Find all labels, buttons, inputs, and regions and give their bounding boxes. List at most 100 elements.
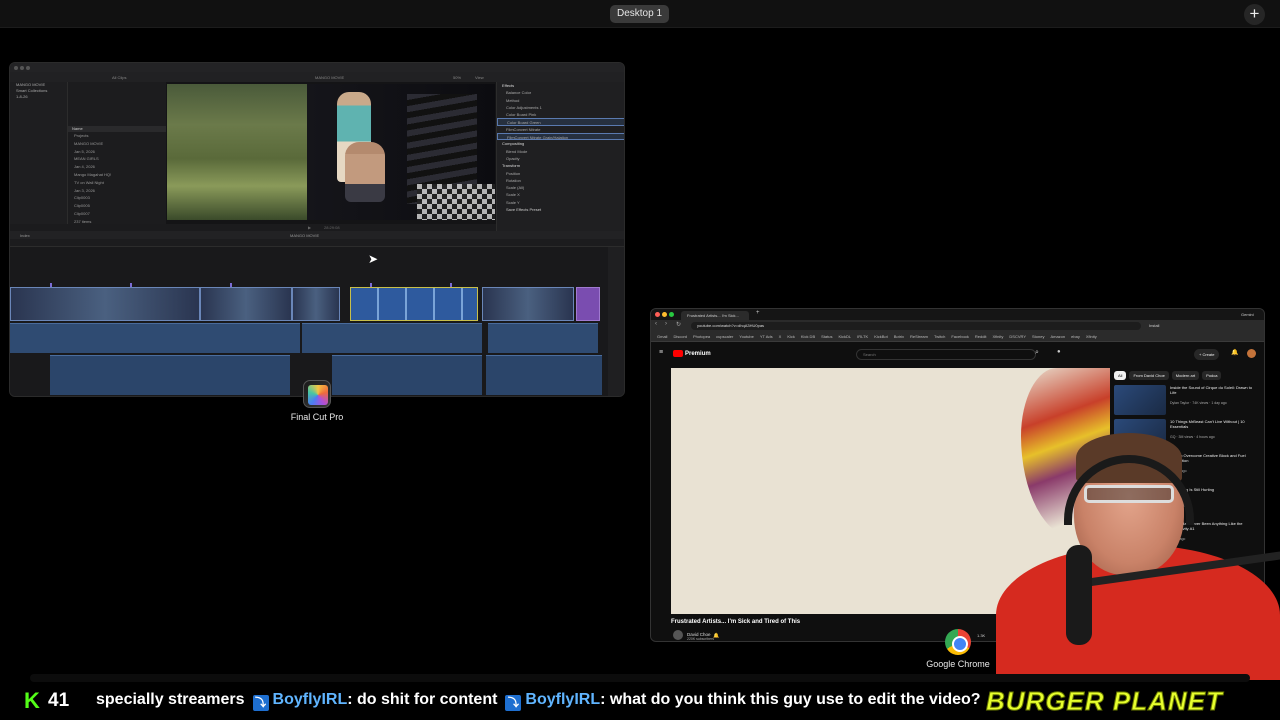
close-window-icon[interactable]: [655, 312, 660, 317]
minimize-window-icon[interactable]: [662, 312, 667, 317]
zoom-menu[interactable]: 50%: [453, 75, 461, 80]
bookmark-item[interactable]: Reddit: [975, 332, 987, 341]
chrome-tab[interactable]: Frustrated Artists... I'm Sick...: [681, 311, 749, 320]
save-effects-preset-button[interactable]: Save Effects Preset: [497, 206, 624, 213]
timeline-ruler[interactable]: [10, 239, 624, 247]
install-button[interactable]: Install: [1149, 323, 1159, 328]
clip-filter-menu[interactable]: All Clips: [112, 75, 126, 80]
chip-modern-art[interactable]: Modern art: [1171, 371, 1200, 380]
video-clip[interactable]: [10, 287, 200, 321]
chip-podcasts[interactable]: Podca: [1202, 371, 1222, 380]
bookmark-item[interactable]: KickDL: [838, 332, 851, 341]
inspector-row[interactable]: Color Board Green: [497, 118, 624, 126]
audio-waveform[interactable]: [10, 323, 300, 353]
bookmark-item[interactable]: Youtube: [739, 332, 754, 341]
audio-track[interactable]: [486, 355, 602, 395]
inspector-row[interactable]: Scale Y: [497, 199, 624, 206]
timeline-index-button[interactable]: Index: [20, 233, 30, 238]
inspector-row[interactable]: Balance Color: [497, 89, 624, 96]
bookmark-item[interactable]: Discord: [673, 332, 687, 341]
browser-row[interactable]: MANGO MOVIE: [68, 140, 166, 148]
avatar[interactable]: [1247, 349, 1256, 358]
bookmark-item[interactable]: Photopea: [693, 332, 710, 341]
bookmark-item[interactable]: Kick: [787, 332, 795, 341]
bookmark-item[interactable]: DSCVRY: [1009, 332, 1026, 341]
audio-track[interactable]: [332, 355, 482, 395]
video-clip[interactable]: [200, 287, 292, 321]
bookmark-item[interactable]: Twitch: [934, 332, 945, 341]
bookmark-item[interactable]: Xfinity: [992, 332, 1003, 341]
desktop-1-button[interactable]: Desktop 1: [610, 5, 670, 23]
browser-row[interactable]: MEAN GIRLS: [68, 155, 166, 163]
new-tab-icon[interactable]: +: [756, 310, 760, 316]
browser-row[interactable]: Clip0005: [68, 202, 166, 210]
google-chrome-icon[interactable]: [945, 629, 971, 655]
recommended-title[interactable]: Inside the Sound of Cirque du Soleil: Dr…: [1170, 385, 1256, 395]
create-button[interactable]: + Create: [1194, 349, 1220, 360]
menu-icon[interactable]: ≡: [659, 349, 663, 356]
bookmark-item[interactable]: Kick DB: [801, 332, 815, 341]
inspector-row[interactable]: Position: [497, 170, 624, 177]
browser-row[interactable]: Clip0007: [68, 210, 166, 218]
bookmark-item[interactable]: IRLTK: [857, 332, 868, 341]
browser-row[interactable]: Clip0003: [68, 194, 166, 202]
youtube-logo[interactable]: Premium: [673, 350, 711, 357]
audio-track[interactable]: [50, 355, 290, 395]
inspector-row[interactable]: FilmConvert Nitrate Grain/Halation: [497, 133, 624, 141]
bookmark-item[interactable]: Amazon: [1050, 332, 1065, 341]
channel-avatar[interactable]: [673, 630, 683, 640]
bookmark-item[interactable]: ReStream: [910, 332, 928, 341]
bookmark-item[interactable]: Stoney: [1032, 332, 1044, 341]
inspector-row[interactable]: Color Board Pink: [497, 111, 624, 118]
bookmark-item[interactable]: ebay: [1071, 332, 1080, 341]
inspector-row[interactable]: Rotation: [497, 177, 624, 184]
view-menu[interactable]: View: [475, 75, 484, 80]
library-item[interactable]: 1-8-26: [10, 94, 67, 100]
bookmark-item[interactable]: cupscaler: [716, 332, 733, 341]
gemini-button[interactable]: Gemini: [1241, 312, 1254, 317]
inspector-row[interactable]: Blend Mode: [497, 148, 624, 155]
video-clip[interactable]: [576, 287, 600, 321]
like-count[interactable]: 1.3K: [977, 633, 985, 638]
inspector-row[interactable]: Scale (All): [497, 184, 624, 191]
browser-row[interactable]: TV on Wall Night: [68, 179, 166, 187]
final-cut-pro-window[interactable]: All Clips MANGO MOVIE 50% View MANGO MOV…: [9, 62, 625, 397]
timeline[interactable]: [10, 247, 608, 396]
inspector-row[interactable]: FilmConvert Nitrate: [497, 126, 624, 133]
inspector-row[interactable]: Scale X: [497, 191, 624, 198]
inspector-row[interactable]: Opacity: [497, 155, 624, 162]
bookmark-item[interactable]: YT Ads: [760, 332, 773, 341]
microphone-icon[interactable]: ●: [1057, 349, 1061, 355]
bookmark-item[interactable]: Gmail: [657, 332, 667, 341]
browser-row[interactable]: Jan 4, 2026: [68, 163, 166, 171]
video-viewer[interactable]: [166, 82, 496, 224]
dock[interactable]: [30, 674, 1250, 682]
video-clip[interactable]: [350, 287, 478, 321]
back-icon[interactable]: ‹: [655, 321, 657, 327]
browser-row[interactable]: Jan 5, 2026: [68, 148, 166, 156]
reload-icon[interactable]: ↻: [676, 321, 681, 328]
inspector-row[interactable]: Compositing: [497, 140, 624, 147]
video-clip[interactable]: [482, 287, 574, 321]
bookmark-item[interactable]: Xfinity: [1086, 332, 1097, 341]
video-clip[interactable]: [292, 287, 340, 321]
add-desktop-button[interactable]: +: [1244, 4, 1265, 25]
youtube-search-input[interactable]: Search: [856, 349, 1036, 360]
channel-info[interactable]: David Choe 220K subscribers: [687, 632, 714, 641]
inspector-row[interactable]: Effects: [497, 82, 624, 89]
bookmark-item[interactable]: Botrix: [894, 332, 904, 341]
chip-from-channel[interactable]: From David Choe: [1129, 371, 1169, 380]
inspector-row[interactable]: Method: [497, 97, 624, 104]
video-thumbnail[interactable]: [1114, 385, 1166, 415]
audio-waveform[interactable]: [302, 323, 482, 353]
bookmark-item[interactable]: KickBot: [874, 332, 888, 341]
bookmark-item[interactable]: Facebook: [951, 332, 969, 341]
browser-row[interactable]: Jan 3, 2026: [68, 187, 166, 195]
timeline-scrollbar[interactable]: [608, 247, 624, 396]
inspector-row[interactable]: Transform: [497, 162, 624, 169]
inspector-row[interactable]: Color Adjustments 1: [497, 104, 624, 111]
notifications-icon[interactable]: 🔔: [1231, 349, 1238, 356]
browser-row[interactable]: Projects: [68, 132, 166, 140]
chip-all[interactable]: All: [1114, 371, 1127, 380]
bookmark-item[interactable]: Status: [821, 332, 832, 341]
